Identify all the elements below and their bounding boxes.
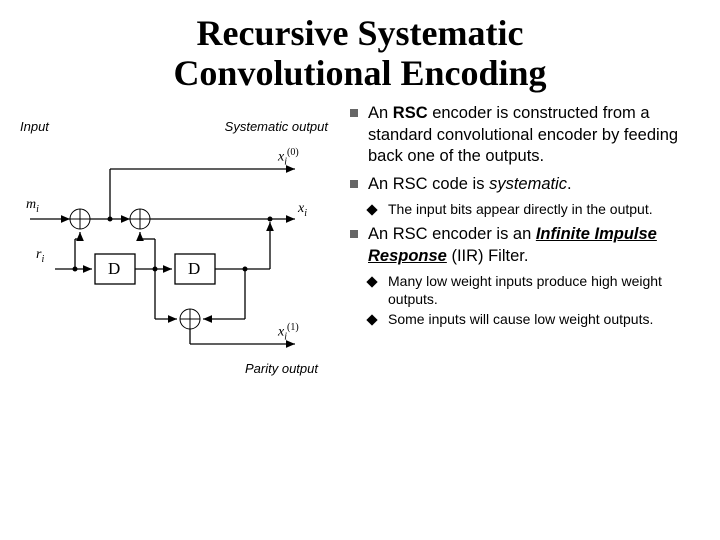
content-row: Input Systematic output <box>20 103 700 376</box>
systematic-output-label: Systematic output <box>225 119 328 134</box>
input-label: Input <box>20 119 49 134</box>
label-mi: mi <box>26 197 39 215</box>
bullet-1: An RSC encoder is constructed from a sta… <box>350 103 700 167</box>
label-xi1: xi(1) <box>278 322 299 342</box>
diamond-bullet-icon <box>366 277 377 288</box>
sub-bullet-3-1: Many low weight inputs produce high weig… <box>350 273 700 308</box>
bullet-column: An RSC encoder is constructed from a sta… <box>350 103 700 376</box>
bullet-3: An RSC encoder is an Infinite Impulse Re… <box>350 224 700 267</box>
square-bullet-icon <box>350 109 358 117</box>
diamond-bullet-icon <box>366 315 377 326</box>
diagram-column: Input Systematic output <box>20 103 340 376</box>
label-ri: ri <box>36 247 44 265</box>
sub-list-2: Many low weight inputs produce high weig… <box>350 273 700 329</box>
encoder-diagram: mi ri xi(0) xi xi(1) D D <box>20 139 320 359</box>
slide-title: Recursive Systematic Convolutional Encod… <box>20 14 700 93</box>
sub-bullet-2-1: The input bits appear directly in the ou… <box>350 201 700 219</box>
sub-bullet-3-2: Some inputs will cause low weight output… <box>350 311 700 329</box>
diamond-bullet-icon <box>366 204 377 215</box>
diagram-top-labels: Input Systematic output <box>20 119 340 137</box>
title-line1: Recursive Systematic <box>197 13 524 53</box>
square-bullet-icon <box>350 230 358 238</box>
label-xi: xi <box>298 201 307 219</box>
parity-output-label: Parity output <box>20 361 318 376</box>
bullet-2: An RSC code is systematic. <box>350 174 700 195</box>
square-bullet-icon <box>350 180 358 188</box>
delay2-label: D <box>188 259 200 279</box>
sub-list-1: The input bits appear directly in the ou… <box>350 201 700 219</box>
label-xi0: xi(0) <box>278 147 299 167</box>
bullet-list-2: An RSC encoder is an Infinite Impulse Re… <box>350 224 700 267</box>
title-line2: Convolutional Encoding <box>173 53 546 93</box>
bullet-list: An RSC encoder is constructed from a sta… <box>350 103 700 195</box>
delay1-label: D <box>108 259 120 279</box>
encoder-svg <box>20 139 320 359</box>
